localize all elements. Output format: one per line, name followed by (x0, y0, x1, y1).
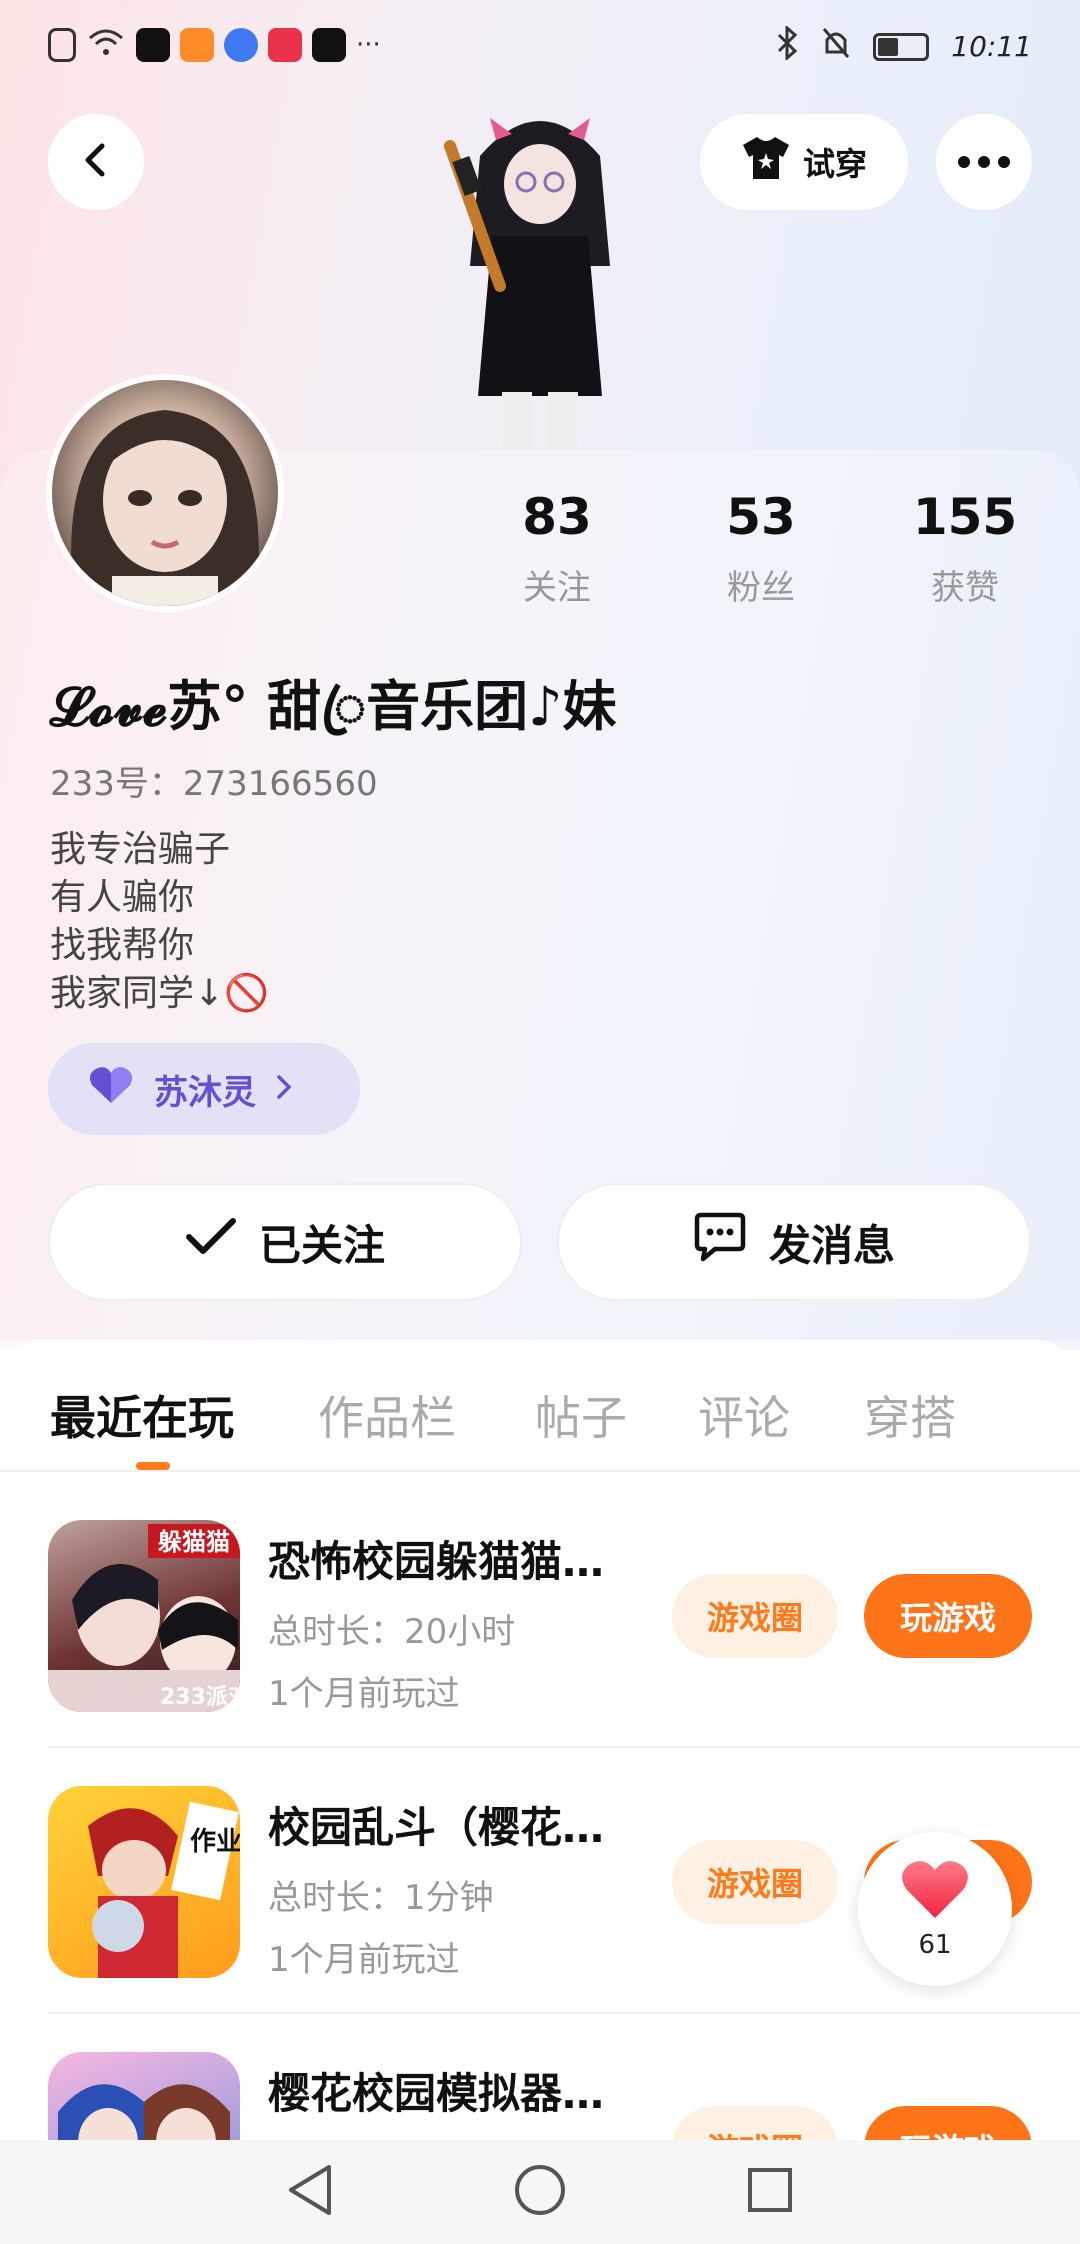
tab-posts[interactable]: 帖子 (535, 1382, 627, 1448)
chevron-right-icon (276, 1069, 292, 1109)
play-game-button[interactable]: 玩游戏 (864, 2106, 1032, 2140)
heart-icon (900, 1858, 970, 1924)
tab-outfits[interactable]: 穿搭 (864, 1382, 956, 1448)
more-icon (958, 153, 1010, 172)
game-duration: 总时长：1分钟 (268, 1878, 494, 1918)
game-icon: 躲猫猫 233派对 (48, 1520, 240, 1712)
game-circle-button[interactable]: 游戏圈 (672, 1574, 838, 1658)
stat-label: 粉丝 (727, 568, 795, 608)
game-title: 恐怖校园躲猫猫… (268, 1537, 605, 1586)
nav-home-icon (513, 2163, 567, 2221)
stat-label: 关注 (523, 568, 591, 608)
battery-icon (873, 32, 930, 61)
tab-comments[interactable]: 评论 (698, 1382, 790, 1448)
avatar[interactable] (46, 374, 284, 612)
video-app-icon (180, 28, 214, 62)
nav-back-button[interactable] (280, 2162, 340, 2222)
tab-recently-played[interactable]: 最近在玩 (50, 1382, 234, 1448)
check-icon (185, 1217, 237, 1267)
system-nav-bar (0, 2140, 1080, 2244)
game-last-played: 1个月前玩过 (268, 1940, 460, 1980)
chat-bubble-icon (693, 1211, 747, 1273)
back-arrow-icon (78, 142, 114, 182)
shirt-icon (741, 135, 791, 189)
account-id[interactable]: 233号：273166560 (50, 756, 378, 805)
game-last-played: 1个月前玩过 (268, 1674, 460, 1714)
status-bar: ··· 10:11 (0, 0, 1080, 96)
nav-recent-button[interactable] (740, 2162, 800, 2222)
tab-active-indicator (136, 1462, 170, 1470)
stat-followers[interactable]: 53 粉丝 (691, 488, 831, 609)
game-title: 校园乱斗（樱花… (268, 1803, 605, 1852)
nav-home-button[interactable] (510, 2162, 570, 2222)
follow-button[interactable]: 已关注 (48, 1183, 522, 1301)
game-duration: 总时长：20小时 (268, 1612, 516, 1652)
cp-name: 苏沐灵 (154, 1072, 256, 1113)
mute-bell-icon (821, 26, 851, 67)
like-count: 61 (918, 1930, 952, 1960)
follow-label: 已关注 (258, 1220, 385, 1270)
stat-label: 获赞 (931, 568, 999, 608)
stat-value: 155 (912, 488, 1018, 546)
nav-recent-icon (746, 2166, 794, 2218)
bio-line: 有人骗你 (50, 877, 195, 918)
alert-icon (48, 28, 76, 62)
bio-line: 我专治骗子 (50, 829, 231, 870)
status-notifications: ··· (48, 26, 381, 64)
bio-line: 我家同学↓🚫 (50, 973, 269, 1014)
play-game-button[interactable]: 玩游戏 (864, 1574, 1032, 1658)
bio-line: 找我帮你 (50, 925, 195, 966)
stat-value: 53 (726, 488, 796, 546)
try-on-label: 试穿 (802, 145, 867, 183)
game-icon-badge: 233派对 (160, 1685, 240, 1710)
reader-app-icon (268, 28, 302, 62)
message-button[interactable]: 发消息 (557, 1183, 1031, 1301)
game-circle-button[interactable]: 游戏圈 (672, 2106, 838, 2140)
tiktok-app-icon (136, 28, 170, 62)
record-app-icon (312, 28, 346, 62)
status-system: 10:11 (775, 24, 1032, 67)
list-item[interactable]: 躲猫猫 233派对 恐怖校园躲猫猫… 总时长：20小时 1个月前玩过 游戏圈 玩… (0, 1470, 1080, 1736)
game-circle-button[interactable]: 游戏圈 (672, 1840, 838, 1924)
stat-likes[interactable]: 155 获赞 (895, 488, 1035, 609)
music-app-icon (224, 28, 258, 62)
wifi-icon (86, 26, 126, 64)
game-icon-title: 作业 (190, 1827, 240, 1857)
cp-relationship-chip[interactable]: 苏沐灵 (48, 1043, 360, 1135)
stat-value: 83 (522, 488, 592, 546)
floating-like-button[interactable]: 61 (858, 1832, 1012, 1986)
game-title: 樱花校园模拟器… (268, 2069, 605, 2118)
back-button[interactable] (48, 114, 144, 210)
message-label: 发消息 (768, 1220, 895, 1270)
clock: 10:11 (951, 30, 1032, 63)
stat-following[interactable]: 83 关注 (487, 488, 627, 609)
more-notifications-indicator: ··· (356, 30, 381, 60)
bluetooth-icon (775, 24, 799, 67)
game-icon-title: 躲猫猫 (158, 1528, 230, 1556)
heart-icon (88, 1065, 134, 1114)
nav-back-icon (285, 2163, 335, 2221)
avatar-character-figure[interactable] (420, 96, 660, 450)
try-on-button[interactable]: 试穿 (700, 114, 908, 210)
list-item[interactable]: 樱花校园模拟器… 游戏圈 玩游戏 (0, 2002, 1080, 2140)
game-icon: 作业 (48, 1786, 240, 1978)
tab-works[interactable]: 作品栏 (318, 1382, 456, 1448)
bio: 我专治骗子 有人骗你 找我帮你 我家同学↓🚫 (50, 826, 269, 1018)
more-button[interactable] (936, 114, 1032, 210)
game-icon (48, 2052, 240, 2140)
